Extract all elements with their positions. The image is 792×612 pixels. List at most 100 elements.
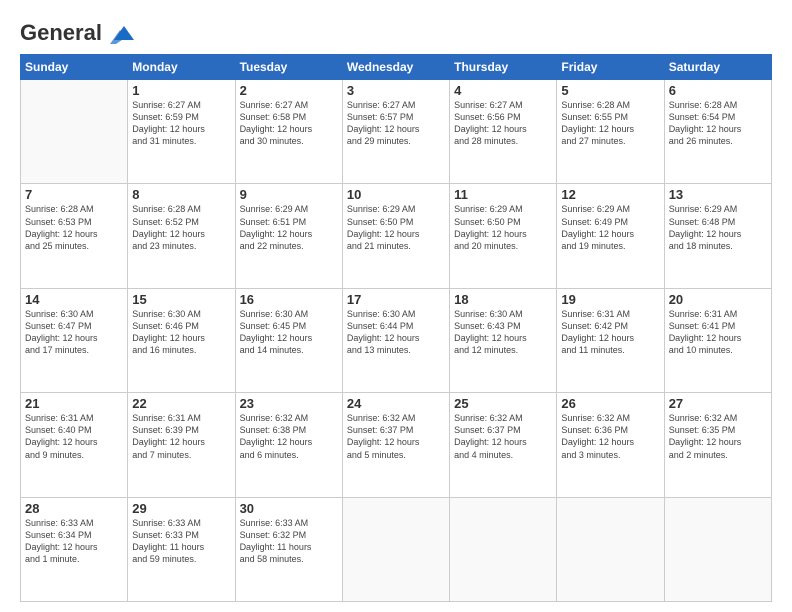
day-number: 15	[132, 292, 230, 307]
day-info: Sunrise: 6:28 AM Sunset: 6:53 PM Dayligh…	[25, 203, 123, 252]
calendar-cell: 21Sunrise: 6:31 AM Sunset: 6:40 PM Dayli…	[21, 393, 128, 497]
day-number: 19	[561, 292, 659, 307]
day-number: 22	[132, 396, 230, 411]
day-number: 23	[240, 396, 338, 411]
logo: General	[20, 18, 136, 44]
logo-icon	[106, 18, 136, 48]
day-info: Sunrise: 6:30 AM Sunset: 6:47 PM Dayligh…	[25, 308, 123, 357]
calendar-cell: 19Sunrise: 6:31 AM Sunset: 6:42 PM Dayli…	[557, 288, 664, 392]
day-info: Sunrise: 6:30 AM Sunset: 6:45 PM Dayligh…	[240, 308, 338, 357]
day-info: Sunrise: 6:29 AM Sunset: 6:50 PM Dayligh…	[347, 203, 445, 252]
day-number: 28	[25, 501, 123, 516]
calendar-cell	[342, 497, 449, 601]
day-number: 30	[240, 501, 338, 516]
day-info: Sunrise: 6:27 AM Sunset: 6:58 PM Dayligh…	[240, 99, 338, 148]
day-number: 2	[240, 83, 338, 98]
calendar-cell	[557, 497, 664, 601]
day-info: Sunrise: 6:30 AM Sunset: 6:46 PM Dayligh…	[132, 308, 230, 357]
day-info: Sunrise: 6:30 AM Sunset: 6:44 PM Dayligh…	[347, 308, 445, 357]
day-number: 13	[669, 187, 767, 202]
day-number: 16	[240, 292, 338, 307]
day-number: 6	[669, 83, 767, 98]
calendar-cell: 11Sunrise: 6:29 AM Sunset: 6:50 PM Dayli…	[450, 184, 557, 288]
calendar-week-5: 28Sunrise: 6:33 AM Sunset: 6:34 PM Dayli…	[21, 497, 772, 601]
calendar-cell: 2Sunrise: 6:27 AM Sunset: 6:58 PM Daylig…	[235, 80, 342, 184]
day-number: 11	[454, 187, 552, 202]
day-info: Sunrise: 6:32 AM Sunset: 6:37 PM Dayligh…	[454, 412, 552, 461]
day-number: 7	[25, 187, 123, 202]
calendar-cell	[21, 80, 128, 184]
calendar-cell: 3Sunrise: 6:27 AM Sunset: 6:57 PM Daylig…	[342, 80, 449, 184]
weekday-header-tuesday: Tuesday	[235, 55, 342, 80]
day-number: 12	[561, 187, 659, 202]
calendar-week-4: 21Sunrise: 6:31 AM Sunset: 6:40 PM Dayli…	[21, 393, 772, 497]
day-info: Sunrise: 6:32 AM Sunset: 6:35 PM Dayligh…	[669, 412, 767, 461]
weekday-header-sunday: Sunday	[21, 55, 128, 80]
day-number: 25	[454, 396, 552, 411]
day-info: Sunrise: 6:32 AM Sunset: 6:37 PM Dayligh…	[347, 412, 445, 461]
day-number: 9	[240, 187, 338, 202]
calendar-cell: 15Sunrise: 6:30 AM Sunset: 6:46 PM Dayli…	[128, 288, 235, 392]
calendar-cell: 4Sunrise: 6:27 AM Sunset: 6:56 PM Daylig…	[450, 80, 557, 184]
calendar-cell: 13Sunrise: 6:29 AM Sunset: 6:48 PM Dayli…	[664, 184, 771, 288]
day-info: Sunrise: 6:28 AM Sunset: 6:55 PM Dayligh…	[561, 99, 659, 148]
calendar-cell: 9Sunrise: 6:29 AM Sunset: 6:51 PM Daylig…	[235, 184, 342, 288]
day-info: Sunrise: 6:29 AM Sunset: 6:51 PM Dayligh…	[240, 203, 338, 252]
day-number: 27	[669, 396, 767, 411]
weekday-header-wednesday: Wednesday	[342, 55, 449, 80]
day-number: 5	[561, 83, 659, 98]
day-info: Sunrise: 6:32 AM Sunset: 6:36 PM Dayligh…	[561, 412, 659, 461]
calendar-cell: 29Sunrise: 6:33 AM Sunset: 6:33 PM Dayli…	[128, 497, 235, 601]
calendar-cell: 16Sunrise: 6:30 AM Sunset: 6:45 PM Dayli…	[235, 288, 342, 392]
day-info: Sunrise: 6:28 AM Sunset: 6:54 PM Dayligh…	[669, 99, 767, 148]
calendar-cell: 8Sunrise: 6:28 AM Sunset: 6:52 PM Daylig…	[128, 184, 235, 288]
day-number: 3	[347, 83, 445, 98]
calendar-cell: 6Sunrise: 6:28 AM Sunset: 6:54 PM Daylig…	[664, 80, 771, 184]
calendar-cell: 22Sunrise: 6:31 AM Sunset: 6:39 PM Dayli…	[128, 393, 235, 497]
day-info: Sunrise: 6:33 AM Sunset: 6:34 PM Dayligh…	[25, 517, 123, 566]
day-info: Sunrise: 6:29 AM Sunset: 6:49 PM Dayligh…	[561, 203, 659, 252]
calendar-cell: 27Sunrise: 6:32 AM Sunset: 6:35 PM Dayli…	[664, 393, 771, 497]
day-number: 10	[347, 187, 445, 202]
logo-general: General	[20, 20, 102, 46]
calendar-cell: 26Sunrise: 6:32 AM Sunset: 6:36 PM Dayli…	[557, 393, 664, 497]
calendar-cell: 18Sunrise: 6:30 AM Sunset: 6:43 PM Dayli…	[450, 288, 557, 392]
calendar-cell: 7Sunrise: 6:28 AM Sunset: 6:53 PM Daylig…	[21, 184, 128, 288]
day-info: Sunrise: 6:29 AM Sunset: 6:48 PM Dayligh…	[669, 203, 767, 252]
day-number: 1	[132, 83, 230, 98]
weekday-header-thursday: Thursday	[450, 55, 557, 80]
day-info: Sunrise: 6:27 AM Sunset: 6:56 PM Dayligh…	[454, 99, 552, 148]
day-info: Sunrise: 6:31 AM Sunset: 6:41 PM Dayligh…	[669, 308, 767, 357]
day-number: 17	[347, 292, 445, 307]
calendar-table: SundayMondayTuesdayWednesdayThursdayFrid…	[20, 54, 772, 602]
day-info: Sunrise: 6:32 AM Sunset: 6:38 PM Dayligh…	[240, 412, 338, 461]
day-info: Sunrise: 6:29 AM Sunset: 6:50 PM Dayligh…	[454, 203, 552, 252]
calendar-cell: 30Sunrise: 6:33 AM Sunset: 6:32 PM Dayli…	[235, 497, 342, 601]
calendar-cell: 5Sunrise: 6:28 AM Sunset: 6:55 PM Daylig…	[557, 80, 664, 184]
day-info: Sunrise: 6:31 AM Sunset: 6:39 PM Dayligh…	[132, 412, 230, 461]
day-info: Sunrise: 6:27 AM Sunset: 6:57 PM Dayligh…	[347, 99, 445, 148]
day-number: 8	[132, 187, 230, 202]
day-number: 20	[669, 292, 767, 307]
calendar-week-2: 7Sunrise: 6:28 AM Sunset: 6:53 PM Daylig…	[21, 184, 772, 288]
day-info: Sunrise: 6:28 AM Sunset: 6:52 PM Dayligh…	[132, 203, 230, 252]
page: General SundayMondayTuesdayWednesdayThur…	[0, 0, 792, 612]
calendar-cell: 20Sunrise: 6:31 AM Sunset: 6:41 PM Dayli…	[664, 288, 771, 392]
weekday-header-saturday: Saturday	[664, 55, 771, 80]
day-info: Sunrise: 6:27 AM Sunset: 6:59 PM Dayligh…	[132, 99, 230, 148]
calendar-week-3: 14Sunrise: 6:30 AM Sunset: 6:47 PM Dayli…	[21, 288, 772, 392]
weekday-header-monday: Monday	[128, 55, 235, 80]
calendar-header-row: SundayMondayTuesdayWednesdayThursdayFrid…	[21, 55, 772, 80]
calendar-cell: 12Sunrise: 6:29 AM Sunset: 6:49 PM Dayli…	[557, 184, 664, 288]
day-number: 4	[454, 83, 552, 98]
calendar-cell: 14Sunrise: 6:30 AM Sunset: 6:47 PM Dayli…	[21, 288, 128, 392]
day-info: Sunrise: 6:33 AM Sunset: 6:33 PM Dayligh…	[132, 517, 230, 566]
calendar-cell: 23Sunrise: 6:32 AM Sunset: 6:38 PM Dayli…	[235, 393, 342, 497]
day-number: 18	[454, 292, 552, 307]
calendar-cell: 24Sunrise: 6:32 AM Sunset: 6:37 PM Dayli…	[342, 393, 449, 497]
day-number: 24	[347, 396, 445, 411]
weekday-header-friday: Friday	[557, 55, 664, 80]
calendar-cell	[664, 497, 771, 601]
day-info: Sunrise: 6:31 AM Sunset: 6:42 PM Dayligh…	[561, 308, 659, 357]
header: General	[20, 18, 772, 44]
